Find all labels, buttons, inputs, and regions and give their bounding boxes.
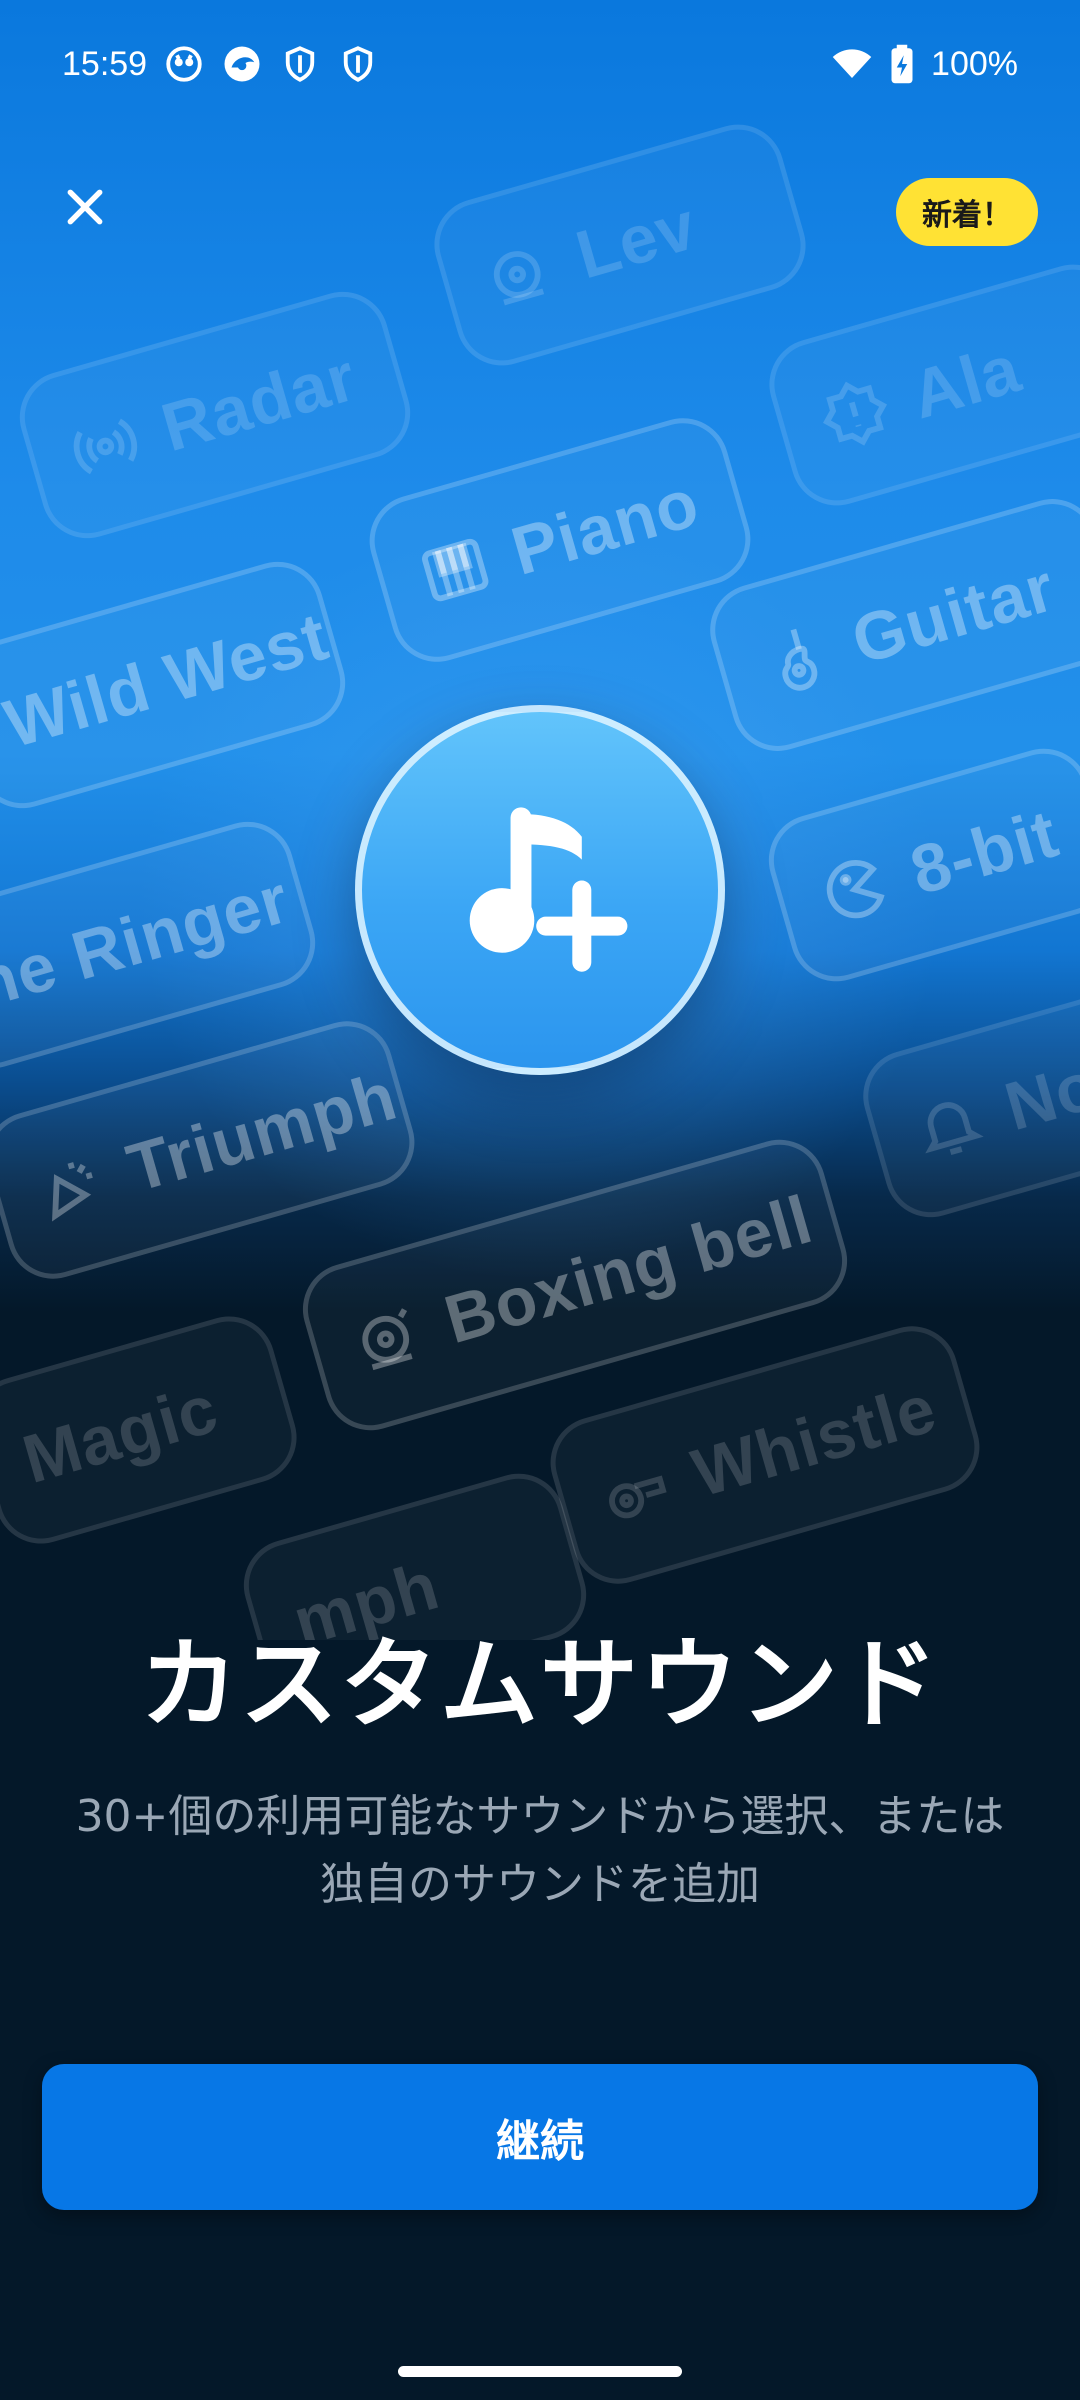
- status-bar: 15:59 100%: [0, 0, 1080, 128]
- alert-badge-icon: [812, 370, 899, 457]
- sound-tile-label: Magic: [14, 1370, 226, 1498]
- close-icon: [67, 189, 103, 225]
- status-time: 15:59: [62, 44, 148, 83]
- sound-tile-label: Ala: [903, 330, 1029, 434]
- party-popper-icon: [28, 1144, 115, 1231]
- sound-tile: Radar: [8, 280, 422, 550]
- whistle-icon: [593, 1449, 680, 1536]
- boxing-bell-icon: [345, 1295, 432, 1382]
- sound-tile-label: Piano: [503, 464, 708, 590]
- sound-tile: Magic: [0, 1305, 308, 1555]
- pacman-icon: [811, 846, 898, 933]
- sound-tile-label: Boxing bell: [436, 1181, 821, 1359]
- radar-icon: [62, 403, 149, 490]
- subtitle-line-1: 30+個の利用可能なサウンドから選択、または: [75, 1791, 1005, 1842]
- sound-tile: Lev: [423, 113, 817, 377]
- sound-tile: Triumph: [0, 1010, 426, 1290]
- battery-charging-icon: [889, 43, 915, 85]
- sound-tile: Guitar: [699, 488, 1080, 762]
- status-bar-left: 15:59: [62, 43, 379, 85]
- browser-icon: [221, 43, 263, 85]
- piano-icon: [412, 527, 499, 614]
- app-notification-icon: [163, 43, 205, 85]
- sound-tile: No: [852, 981, 1080, 1229]
- custom-sound-hero-icon: [355, 705, 725, 1075]
- wifi-icon: [831, 43, 873, 85]
- page-subtitle: 30+個の利用可能なサウンドから選択、または 独自のサウンドを追加: [40, 1783, 1040, 1919]
- sound-tile-label: Whistle: [684, 1370, 945, 1512]
- sound-tile-label: Radar: [153, 338, 365, 467]
- home-indicator[interactable]: [398, 2366, 682, 2377]
- new-badge: 新着！: [896, 178, 1038, 246]
- sound-tile-label: Triumph: [119, 1057, 405, 1207]
- bell-outline-icon: [906, 1082, 993, 1169]
- sound-tile-label: No: [997, 1046, 1080, 1146]
- sound-tile: Piano: [358, 407, 762, 673]
- sound-tile-label: 8-bit: [902, 795, 1067, 910]
- sound-tile-label: Wild West: [0, 598, 337, 763]
- hero-area: Lev Radar Ala Piano Wild West Guitar ne …: [0, 0, 1080, 1640]
- continue-button[interactable]: 継続: [42, 2064, 1038, 2210]
- sound-tile: Wild West: [0, 550, 357, 820]
- page-title: カスタムサウンド: [139, 1628, 940, 1742]
- sound-tile: Ala: [758, 253, 1080, 517]
- sound-tile: 8-bit: [757, 737, 1080, 993]
- status-bar-right: 100%: [831, 43, 1018, 85]
- subtitle-line-2: 独自のサウンドを追加: [320, 1859, 760, 1910]
- close-button[interactable]: [50, 172, 120, 242]
- battery-percentage: 100%: [931, 44, 1018, 83]
- sound-tile-label: Guitar: [843, 548, 1064, 679]
- guitar-icon: [753, 616, 840, 703]
- sound-tile-label: Lev: [568, 187, 705, 294]
- music-note-add-icon: [469, 807, 628, 972]
- bell-icon: [477, 230, 564, 317]
- sound-tile-label: ne Ringer: [0, 860, 298, 1023]
- shield-icon: [337, 43, 379, 85]
- shield-icon: [279, 43, 321, 85]
